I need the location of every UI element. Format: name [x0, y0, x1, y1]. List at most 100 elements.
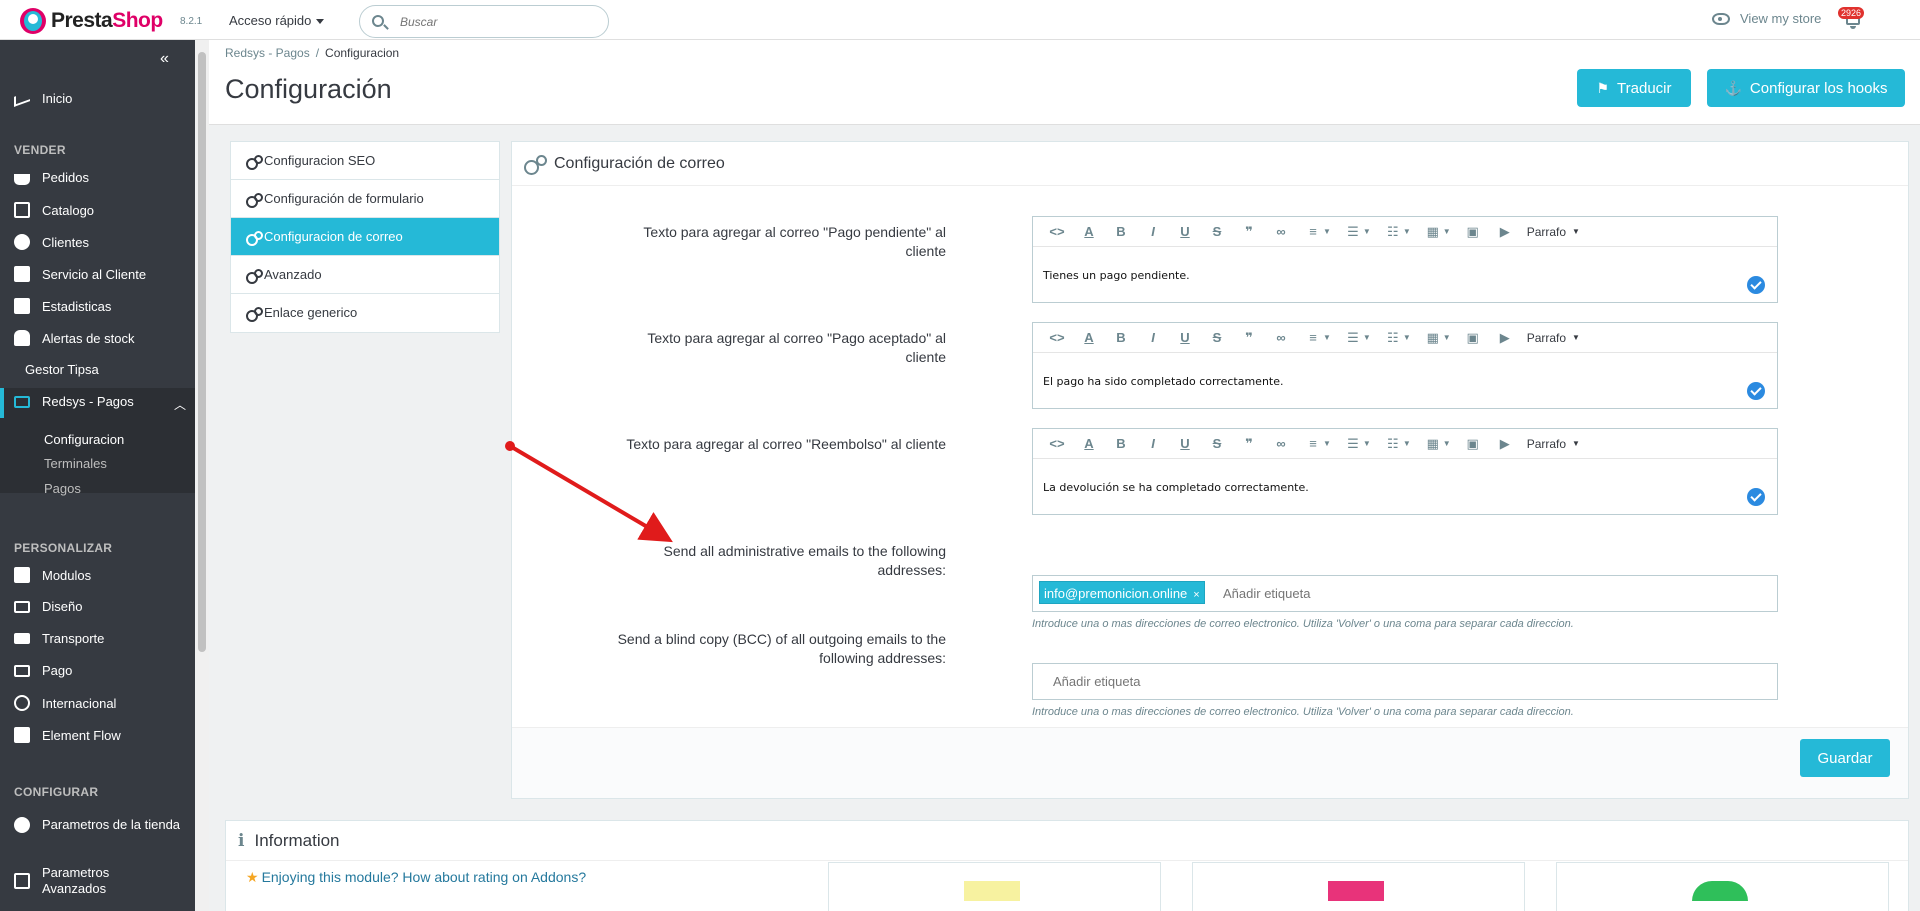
- chevron-down-icon[interactable]: ▼: [1403, 227, 1411, 236]
- paragraph-dropdown[interactable]: Parrafo: [1527, 225, 1566, 239]
- code-icon[interactable]: <>: [1041, 224, 1073, 239]
- prestashop-logo[interactable]: PrestaShop: [20, 8, 163, 34]
- chevron-down-icon[interactable]: ▼: [1403, 439, 1411, 448]
- save-button[interactable]: Guardar: [1800, 739, 1890, 777]
- sidebar-item-servicio-cliente[interactable]: Servicio al Cliente: [14, 266, 146, 282]
- bold-icon[interactable]: B: [1105, 330, 1137, 345]
- chevron-down-icon[interactable]: ▼: [1323, 227, 1331, 236]
- view-store-link[interactable]: View my store: [1712, 11, 1821, 26]
- chevron-down-icon[interactable]: ▼: [1403, 333, 1411, 342]
- sidebar-item-pedidos[interactable]: Pedidos: [14, 170, 89, 185]
- chevron-down-icon[interactable]: ▼: [1572, 227, 1580, 236]
- email-tag[interactable]: info@premonicion.online ×: [1039, 581, 1205, 604]
- add-tag-input[interactable]: [1223, 586, 1423, 601]
- link-icon[interactable]: ∞: [1265, 330, 1297, 345]
- admin-emails-tag-input[interactable]: info@premonicion.online ×: [1032, 575, 1778, 612]
- submenu-item-pagos[interactable]: Pagos: [44, 481, 81, 496]
- quote-icon[interactable]: ❞: [1233, 330, 1265, 346]
- sidebar-item-modulos[interactable]: Modulos: [14, 567, 91, 583]
- sidebar-item-estadisticas[interactable]: Estadisticas: [14, 298, 111, 314]
- italic-icon[interactable]: I: [1137, 436, 1169, 451]
- chevron-up-icon[interactable]: ︿: [174, 396, 186, 413]
- chevron-down-icon[interactable]: ▼: [1443, 227, 1451, 236]
- media-icon[interactable]: ▶: [1489, 224, 1521, 240]
- image-icon[interactable]: ▣: [1457, 330, 1489, 346]
- image-icon[interactable]: ▣: [1457, 436, 1489, 452]
- quick-access-dropdown[interactable]: Acceso rápido: [229, 13, 324, 28]
- chevron-down-icon[interactable]: ▼: [1443, 439, 1451, 448]
- chevron-down-icon[interactable]: ▼: [1323, 333, 1331, 342]
- sidebar-item-clientes[interactable]: Clientes: [14, 234, 89, 250]
- addon-card[interactable]: [1192, 862, 1525, 911]
- editor-pago-aceptado[interactable]: <> A B I U S ❞ ∞ ≡ ▼ ☰ ▼ ☷ ▼ ▦ ▼ ▣ ▶ Parrafo…: [1032, 322, 1778, 409]
- add-tag-input[interactable]: [1053, 674, 1253, 689]
- code-icon[interactable]: <>: [1041, 436, 1073, 451]
- sidebar-item-internacional[interactable]: Internacional: [14, 695, 116, 711]
- submenu-item-terminales[interactable]: Terminales: [44, 456, 107, 471]
- sidebar-item-pago[interactable]: Pago: [14, 663, 72, 678]
- editor-pago-pendiente[interactable]: <> A B I U S ❞ ∞ ≡ ▼ ☰ ▼ ☷ ▼ ▦ ▼ ▣ ▶ Parrafo…: [1032, 216, 1778, 303]
- bold-icon[interactable]: B: [1105, 224, 1137, 239]
- addon-card[interactable]: [1556, 862, 1889, 911]
- italic-icon[interactable]: I: [1137, 224, 1169, 239]
- quote-icon[interactable]: ❞: [1233, 436, 1265, 452]
- underline-icon[interactable]: U: [1169, 436, 1201, 451]
- rate-module-link[interactable]: ★ Enjoying this module? How about rating …: [246, 869, 586, 886]
- sidebar-item-catalogo[interactable]: Catalogo: [14, 202, 94, 218]
- sidebar-item-transporte[interactable]: Transporte: [14, 631, 104, 646]
- breadcrumb-parent[interactable]: Redsys - Pagos: [225, 46, 310, 60]
- editor-reembolso[interactable]: <> A B I U S ❞ ∞ ≡ ▼ ☰ ▼ ☷ ▼ ▦ ▼ ▣ ▶ Parrafo…: [1032, 428, 1778, 515]
- editor-content[interactable]: La devolución se ha completado correctam…: [1043, 481, 1309, 494]
- collapse-sidebar-icon[interactable]: «: [160, 50, 169, 68]
- underline-icon[interactable]: U: [1169, 224, 1201, 239]
- strikethrough-icon[interactable]: S: [1201, 224, 1233, 239]
- search-input[interactable]: [400, 13, 590, 31]
- font-color-icon[interactable]: A: [1073, 330, 1105, 345]
- tab-correo[interactable]: Configuracion de correo: [231, 218, 499, 256]
- paragraph-dropdown[interactable]: Parrafo: [1527, 437, 1566, 451]
- tab-enlace-generico[interactable]: Enlace generico: [231, 294, 499, 332]
- font-color-icon[interactable]: A: [1073, 224, 1105, 239]
- chevron-down-icon[interactable]: ▼: [1363, 333, 1371, 342]
- sidebar-item-diseno[interactable]: Diseño: [14, 599, 82, 614]
- chevron-down-icon[interactable]: ▼: [1363, 439, 1371, 448]
- sidebar-item-inicio[interactable]: Inicio: [14, 90, 72, 107]
- bcc-tag-input[interactable]: [1032, 663, 1778, 700]
- tab-seo[interactable]: Configuracion SEO: [231, 142, 499, 180]
- editor-content[interactable]: El pago ha sido completado correctamente…: [1043, 375, 1284, 388]
- strikethrough-icon[interactable]: S: [1201, 330, 1233, 345]
- configure-hooks-button[interactable]: ⚓ Configurar los hooks: [1707, 69, 1905, 107]
- underline-icon[interactable]: U: [1169, 330, 1201, 345]
- media-icon[interactable]: ▶: [1489, 436, 1521, 452]
- quote-icon[interactable]: ❞: [1233, 224, 1265, 240]
- chevron-down-icon[interactable]: ▼: [1572, 439, 1580, 448]
- search-box[interactable]: [359, 5, 609, 38]
- sidebar-item-redsys-pagos[interactable]: Redsys - Pagos: [14, 394, 134, 409]
- addon-card[interactable]: [828, 862, 1161, 911]
- sidebar-item-parametros-avanzados[interactable]: Parametros Avanzados: [14, 865, 164, 897]
- italic-icon[interactable]: I: [1137, 330, 1169, 345]
- code-icon[interactable]: <>: [1041, 330, 1073, 345]
- submenu-item-configuracion[interactable]: Configuracion: [44, 432, 124, 447]
- translate-button[interactable]: ⚑ Traducir: [1577, 69, 1691, 107]
- paragraph-dropdown[interactable]: Parrafo: [1527, 331, 1566, 345]
- sidebar-scrollbar-thumb[interactable]: [198, 52, 206, 652]
- tab-formulario[interactable]: Configuración de formulario: [231, 180, 499, 218]
- media-icon[interactable]: ▶: [1489, 330, 1521, 346]
- link-icon[interactable]: ∞: [1265, 436, 1297, 451]
- remove-tag-icon[interactable]: ×: [1193, 589, 1199, 601]
- sidebar-item-gestor-tipsa[interactable]: Gestor Tipsa: [25, 362, 99, 377]
- chevron-down-icon[interactable]: ▼: [1323, 439, 1331, 448]
- strikethrough-icon[interactable]: S: [1201, 436, 1233, 451]
- editor-content[interactable]: Tienes un pago pendiente.: [1043, 269, 1190, 282]
- chevron-down-icon[interactable]: ▼: [1443, 333, 1451, 342]
- sidebar-item-alertas-stock[interactable]: Alertas de stock: [14, 330, 135, 346]
- font-color-icon[interactable]: A: [1073, 436, 1105, 451]
- chevron-down-icon[interactable]: ▼: [1572, 333, 1580, 342]
- sidebar-item-element-flow[interactable]: Element Flow: [14, 727, 121, 743]
- bold-icon[interactable]: B: [1105, 436, 1137, 451]
- image-icon[interactable]: ▣: [1457, 224, 1489, 240]
- chevron-down-icon[interactable]: ▼: [1363, 227, 1371, 236]
- tab-avanzado[interactable]: Avanzado: [231, 256, 499, 294]
- sidebar-item-parametros-tienda[interactable]: Parametros de la tienda: [14, 817, 184, 833]
